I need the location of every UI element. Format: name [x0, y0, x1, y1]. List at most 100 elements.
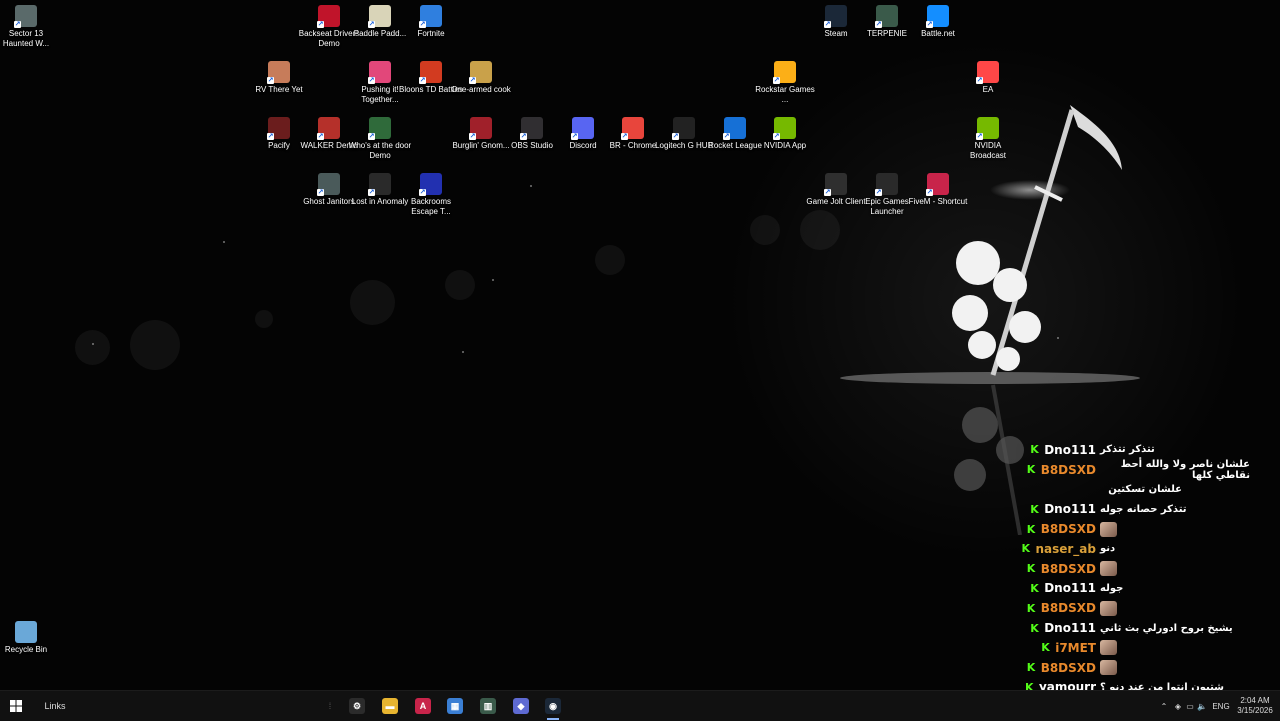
rv-game-icon: ↗: [267, 61, 290, 84]
taskbar-app-button[interactable]: ▥: [478, 691, 498, 721]
pacify-icon: ↗: [267, 117, 290, 140]
shortcut-arrow-icon: ↗: [368, 132, 375, 140]
chat-text: دنو: [1100, 543, 1116, 555]
shortcut-arrow-icon: ↗: [419, 188, 426, 196]
paddle-game-icon: ↗: [368, 5, 391, 28]
kick-badge-icon: K: [1024, 680, 1034, 690]
shortcut-arrow-icon: ↗: [520, 132, 527, 140]
gamejolt-icon: ↗: [824, 173, 847, 196]
chat-username: Dno111: [1044, 581, 1096, 596]
tray-chevron-icon[interactable]: ⌃: [1158, 691, 1170, 721]
gnome-game-icon: ↗: [469, 117, 492, 140]
chat-message: K B8DSXD: [1010, 519, 1250, 539]
desktop-icon[interactable]: ↗ Fortnite: [405, 5, 457, 39]
fivem-icon: ↗: [926, 173, 949, 196]
shortcut-arrow-icon: ↗: [926, 188, 933, 196]
taskbar-app-button[interactable]: ⚙: [347, 691, 367, 721]
language-indicator[interactable]: ENG: [1208, 691, 1234, 721]
taskbar-app-button[interactable]: ▦: [445, 691, 465, 721]
shortcut-arrow-icon: ↗: [621, 132, 628, 140]
volume-icon[interactable]: 🔈: [1196, 691, 1208, 721]
desktop-icon[interactable]: ↗ RV There Yet: [253, 61, 305, 95]
battlenet-icon: ↗: [926, 5, 949, 28]
desktop-icon[interactable]: ↗ Backseat Drivers Demo: [299, 5, 359, 49]
desktop-icon-label: NVIDIA Broadcast: [969, 141, 1007, 160]
walker-icon: ↗: [317, 117, 340, 140]
linear-app-icon: ◆: [513, 698, 529, 714]
taskbar-app-button[interactable]: ◉: [543, 691, 563, 721]
desktop-icon[interactable]: ↗ Battle.net: [912, 5, 964, 39]
kick-badge-icon: K: [1026, 522, 1036, 536]
taskbar-app-button[interactable]: ▬: [380, 691, 400, 721]
nvidia-icon: ↗: [773, 117, 796, 140]
desktop-icon[interactable]: ↗ Epic Games Launcher: [861, 173, 913, 217]
kick-badge-icon: K: [1041, 641, 1050, 655]
start-button[interactable]: [6, 691, 26, 721]
desktop-icon-label: FiveM - Shortcut: [908, 197, 968, 206]
clock[interactable]: 2:04 AM 3/15/2026: [1234, 691, 1276, 721]
shortcut-arrow-icon: ↗: [773, 132, 780, 140]
chat-message: K B8DSXD علشان ناصر ولا والله أحط نقاطي كل…: [1010, 459, 1250, 481]
chat-username: yamourr: [1038, 680, 1096, 690]
shortcut-arrow-icon: ↗: [672, 132, 679, 140]
pushing-game-icon: ↗: [368, 61, 391, 84]
kick-badge-icon: K: [1026, 463, 1036, 477]
ghost-janitors-icon: ↗: [317, 173, 340, 196]
desktop-icon[interactable]: ↗ Pushing it! Together...: [354, 61, 406, 105]
chat-username: B8DSXD: [1040, 660, 1096, 675]
desktop-icon[interactable]: ↗ NVIDIA App: [759, 117, 811, 151]
terpenie-taskbar-icon: ▥: [480, 698, 496, 714]
obs-icon: ↗: [520, 117, 543, 140]
chat-username: B8DSXD: [1040, 601, 1096, 616]
desktop-icon[interactable]: ↗ One-armed cook: [451, 61, 511, 95]
desktop[interactable]: ↗ Sector 13 Haunted W... ↗ Backseat Drivers…: [0, 0, 1280, 690]
shortcut-arrow-icon: ↗: [267, 76, 274, 84]
taskbar-app-button[interactable]: A: [413, 691, 433, 721]
shortcut-arrow-icon: ↗: [469, 76, 476, 84]
links-toolbar[interactable]: Links: [44, 691, 66, 721]
chat-username: i7MET: [1055, 640, 1096, 655]
fortnite-icon: ↗: [419, 5, 442, 28]
kick-badge-icon: K: [1026, 562, 1036, 576]
shortcut-arrow-icon: ↗: [824, 20, 831, 28]
desktop-icon[interactable]: ↗ Rockstar Games ...: [755, 61, 815, 105]
rocket-league-icon: ↗: [723, 117, 746, 140]
chat-username: Dno111: [1044, 442, 1096, 457]
recycle-bin-icon: [15, 621, 37, 643]
chat-message: Knaser_ab دنو: [1010, 539, 1250, 559]
shortcut-arrow-icon: ↗: [875, 188, 882, 196]
clock-time: 2:04 AM: [1240, 696, 1270, 705]
chat-message: K Dno111 تتذكر حصانه جوله: [1010, 499, 1250, 519]
chat-message: K Dno111 جوله: [1010, 579, 1250, 599]
chat-text: شتبون انتوا من عند دنو ؟: [1100, 681, 1225, 690]
tray-app-icon[interactable]: ◈: [1172, 691, 1184, 721]
desktop-icon[interactable]: ↗ EA: [962, 61, 1014, 95]
shortcut-arrow-icon: ↗: [976, 132, 983, 140]
ea-icon: ↗: [976, 61, 999, 84]
desktop-icon[interactable]: ↗ FiveM - Shortcut: [909, 173, 967, 207]
shortcut-arrow-icon: ↗: [368, 76, 375, 84]
settings-gear-icon: ⚙: [349, 698, 365, 714]
taskbar-app-button[interactable]: ◆: [511, 691, 531, 721]
shortcut-arrow-icon: ↗: [824, 188, 831, 196]
shortcut-arrow-icon: ↗: [875, 20, 882, 28]
shortcut-arrow-icon: ↗: [723, 132, 730, 140]
chat-username: B8DSXD: [1040, 561, 1096, 576]
chat-message: K B8DSXD: [1010, 559, 1250, 579]
desktop-icon[interactable]: ↗ Sector 13 Haunted W...: [0, 5, 52, 49]
chat-text: تتذكر حصانه جوله: [1100, 503, 1187, 515]
desktop-icon-label: NVIDIA App: [763, 141, 807, 150]
shortcut-arrow-icon: ↗: [976, 76, 983, 84]
desktop-icon[interactable]: ↗ Who's at the door Demo: [349, 117, 411, 161]
desktop-icon[interactable]: ↗ NVIDIA Broadcast: [962, 117, 1014, 161]
shortcut-arrow-icon: ↗: [267, 132, 274, 140]
shortcut-arrow-icon: ↗: [317, 188, 324, 196]
shortcut-arrow-icon: ↗: [419, 76, 426, 84]
cook-game-icon: ↗: [469, 61, 492, 84]
shortcut-arrow-icon: ↗: [317, 132, 324, 140]
kick-badge-icon: K: [1030, 621, 1039, 635]
desktop-icon[interactable]: Recycle Bin: [0, 621, 52, 655]
shortcut-arrow-icon: ↗: [571, 132, 578, 140]
network-icon[interactable]: ▭: [1184, 691, 1196, 721]
desktop-icon[interactable]: ↗ Backrooms Escape T...: [405, 173, 457, 217]
